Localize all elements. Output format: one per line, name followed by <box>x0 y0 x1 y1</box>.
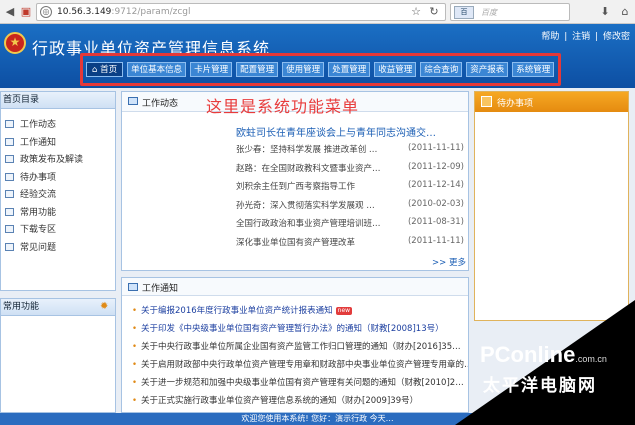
news-row[interactable]: 张少春：坚持科学发展 推进改革创 … (2011-11-11) <box>236 140 464 159</box>
watermark-logo: PConline.com.cn <box>480 342 607 367</box>
globe-icon: ◎ <box>40 6 52 18</box>
news-row[interactable]: 全国行政政治和事业资产管理培训班… (2011-08-31) <box>236 214 464 233</box>
search-placeholder: 百度 <box>481 8 497 17</box>
menu-item-income[interactable]: 收益管理 <box>374 62 417 77</box>
menu-item-home[interactable]: ⌂ 首页 <box>86 62 124 77</box>
document-icon <box>5 190 14 198</box>
new-badge: new <box>335 307 353 315</box>
news-headline-link[interactable]: 欧蛀司长在青年座谈会上与青年同志沟通交… <box>236 124 436 139</box>
star-icon[interactable]: ☆ <box>409 5 423 19</box>
national-emblem-icon: ★ <box>4 32 26 54</box>
directory-item[interactable]: 常见问题 <box>1 240 115 258</box>
download-icon[interactable]: ⬇ <box>598 5 612 19</box>
document-icon <box>5 137 14 146</box>
change-password-link[interactable]: 修改密 <box>603 32 630 42</box>
directory-list: 工作动态 工作通知 政策发布及解读 待办事项 经验交流 常用功能 下载专区 常见… <box>1 109 115 257</box>
directory-item[interactable]: 待办事项 <box>1 170 115 188</box>
document-icon <box>5 155 14 163</box>
common-functions-panel: 常用功能 ✹ <box>0 298 116 413</box>
document-icon <box>5 242 14 251</box>
panel-heading: 常用功能 ✹ <box>1 299 115 316</box>
menu-item-disposal[interactable]: 处置管理 <box>328 62 371 77</box>
main-menu: ⌂ 首页 单位基本信息 卡片管理 配置管理 使用管理 处置管理 收益管理 综合查… <box>86 62 558 78</box>
document-icon <box>5 207 14 216</box>
notice-panel-header: 工作通知 <box>122 278 468 296</box>
monitor-icon <box>128 283 138 291</box>
search-engine-icon[interactable]: 百 <box>454 6 474 19</box>
directory-item[interactable]: 工作通知 <box>1 135 115 153</box>
news-row[interactable]: 深化事业单位国有资产管理改革 (2011-11-11) <box>236 233 464 252</box>
directory-item[interactable]: 政策发布及解读 <box>1 152 115 170</box>
news-row[interactable]: 刘积余主任到广西考察指导工作 (2011-12-14) <box>236 177 464 196</box>
notice-row[interactable]: • 关于编报2016年度行政事业单位资产统计报表通知 new <box>132 302 468 320</box>
monitor-icon <box>128 97 138 105</box>
menu-item-report[interactable]: 资产报表 <box>466 62 509 77</box>
calendar-icon <box>481 96 492 107</box>
annotation-text: 这里是系统功能菜单 <box>206 97 360 116</box>
top-links: 帮助 | 注销 | 修改密 <box>541 32 630 42</box>
browser-search-box[interactable]: 百 百度 <box>450 3 570 21</box>
directory-item[interactable]: 常用功能 <box>1 205 115 223</box>
directory-item[interactable]: 工作动态 <box>1 117 115 135</box>
panel-heading: 首页目录 <box>1 92 115 109</box>
news-row[interactable]: 赵路：在全国财政教科文暨事业资产… (2011-12-09) <box>236 159 464 178</box>
url-text[interactable]: 10.56.3.149:9712/param/zcgl <box>57 7 191 17</box>
menu-item-system[interactable]: 系统管理 <box>512 62 555 77</box>
directory-item[interactable]: 经验交流 <box>1 187 115 205</box>
home-icon[interactable]: ⌂ <box>618 5 632 19</box>
news-row[interactable]: 孙光奇：深入贯彻落实科学发展观 … (2010-02-03) <box>236 196 464 215</box>
browser-toolbar: ◀ ▣ ◎ 10.56.3.149:9712/param/zcgl ☆ ↻ 百 … <box>0 0 635 24</box>
news-panel-title: 工作动态 <box>142 99 179 109</box>
news-list: 张少春：坚持科学发展 推进改革创 … (2011-11-11) 赵路：在全国财政教… <box>236 140 464 251</box>
notice-row[interactable]: • 关于启用财政部中央行政单位资产管理专用章和财政部中央事业单位资产管理专用章的… <box>132 356 468 374</box>
notice-row[interactable]: • 关于印发《中央级事业单位国有资产管理暂行办法》的通知（财教[2008]13号） <box>132 320 468 338</box>
directory-item[interactable]: 下载专区 <box>1 222 115 240</box>
notice-row[interactable]: • 关于中央行政事业单位所属企业国有资产监管工作归口管理的通知（财办[2016]3… <box>132 338 468 356</box>
security-icon[interactable]: ▣ <box>19 5 33 19</box>
menu-item-config[interactable]: 配置管理 <box>236 62 279 77</box>
todo-panel-header: 待办事项 <box>475 92 628 112</box>
help-link[interactable]: 帮助 <box>541 32 559 42</box>
notice-row[interactable]: • 关于进一步规范和加强中央级事业单位国有资产管理有关问题的通知（财教[2010]… <box>132 374 468 392</box>
watermark-site-name: 太平洋电脑网 <box>483 376 597 396</box>
todo-panel-title: 待办事项 <box>497 99 534 109</box>
left-directory-panel: 首页目录 工作动态 工作通知 政策发布及解读 待办事项 经验交流 常用功能 下载… <box>0 91 116 291</box>
todo-panel: 待办事项 <box>474 91 629 321</box>
home-icon: ⌂ <box>92 65 101 75</box>
menu-item-query[interactable]: 综合查询 <box>420 62 463 77</box>
more-link[interactable]: >> 更多 <box>432 256 466 268</box>
document-icon <box>5 225 14 233</box>
menu-item-unit-info[interactable]: 单位基本信息 <box>127 62 187 77</box>
refresh-icon[interactable]: ↻ <box>427 5 441 19</box>
logout-link[interactable]: 注销 <box>572 32 590 42</box>
document-icon <box>5 172 14 181</box>
notice-panel-title: 工作通知 <box>142 284 179 294</box>
gear-icon[interactable]: ✹ <box>100 302 110 312</box>
menu-item-usage[interactable]: 使用管理 <box>282 62 325 77</box>
notice-list: • 关于编报2016年度行政事业单位资产统计报表通知 new • 关于印发《中央级事业… <box>122 296 468 410</box>
work-notice-panel: 工作通知 • 关于编报2016年度行政事业单位资产统计报表通知 new • 关于印发《… <box>121 277 469 413</box>
document-icon <box>5 120 14 128</box>
menu-item-card[interactable]: 卡片管理 <box>190 62 233 77</box>
address-bar[interactable]: ◎ 10.56.3.149:9712/param/zcgl ☆ ↻ <box>36 3 446 21</box>
back-arrow-icon[interactable]: ◀ <box>3 5 17 19</box>
notice-row[interactable]: • 关于正式实施行政事业单位资产管理信息系统的通知（财办[2009]39号） <box>132 392 468 410</box>
